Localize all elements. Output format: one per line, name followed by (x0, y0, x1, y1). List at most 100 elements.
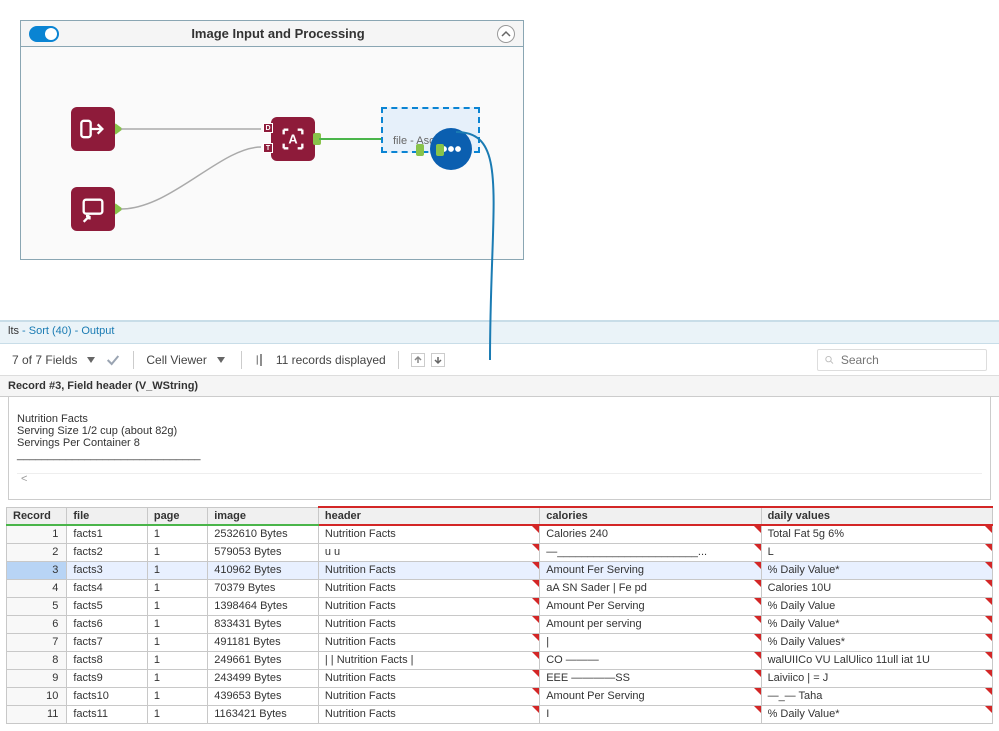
results-table[interactable]: Record file page image header calories d… (6, 506, 993, 724)
table-cell[interactable]: 2532610 Bytes (208, 525, 319, 543)
table-cell[interactable]: Total Fat 5g 6% (761, 525, 992, 543)
table-cell[interactable]: 4 (7, 579, 67, 597)
col-daily-values[interactable]: daily values (761, 507, 992, 525)
table-cell[interactable]: facts9 (67, 669, 147, 687)
output-anchor-icon[interactable] (313, 133, 321, 145)
table-cell[interactable]: Nutrition Facts (318, 669, 539, 687)
table-cell[interactable]: 1 (147, 543, 207, 561)
table-cell[interactable]: Nutrition Facts (318, 561, 539, 579)
table-cell[interactable]: Nutrition Facts (318, 525, 539, 543)
breadcrumb-sort-link[interactable]: Sort (40) (29, 325, 72, 337)
table-cell[interactable]: % Daily Value* (761, 705, 992, 723)
table-cell[interactable]: 10 (7, 687, 67, 705)
table-cell[interactable]: Amount Fer Serving (540, 561, 761, 579)
table-cell[interactable]: 833431 Bytes (208, 615, 319, 633)
table-cell[interactable]: Nutrition Facts (318, 615, 539, 633)
input-anchor-icon[interactable] (416, 144, 424, 156)
table-cell[interactable]: 1 (147, 705, 207, 723)
col-header[interactable]: header (318, 507, 539, 525)
cell-viewer-dropdown[interactable] (217, 357, 225, 363)
image-input-tool[interactable] (71, 107, 115, 151)
table-row[interactable]: 4facts4170379 BytesNutrition FactsaA SN … (7, 579, 993, 597)
table-cell[interactable]: 439653 Bytes (208, 687, 319, 705)
search-input[interactable] (839, 352, 980, 368)
table-cell[interactable]: 1 (147, 579, 207, 597)
output-anchor-icon[interactable] (115, 123, 123, 135)
table-cell[interactable]: 11 (7, 705, 67, 723)
table-row[interactable]: 9facts91243499 BytesNutrition FactsEEE —… (7, 669, 993, 687)
table-cell[interactable]: 2 (7, 543, 67, 561)
table-cell[interactable]: 1 (147, 687, 207, 705)
table-row[interactable]: 10facts101439653 BytesNutrition FactsAmo… (7, 687, 993, 705)
table-cell[interactable]: 1 (147, 651, 207, 669)
col-record[interactable]: Record (7, 507, 67, 525)
table-cell[interactable]: 1 (147, 615, 207, 633)
table-cell[interactable]: | (540, 633, 761, 651)
container-collapse-button[interactable] (497, 25, 515, 43)
table-cell[interactable]: facts10 (67, 687, 147, 705)
table-cell[interactable]: 7 (7, 633, 67, 651)
table-cell[interactable]: CO ——— (540, 651, 761, 669)
table-row[interactable]: 5facts511398464 BytesNutrition FactsAmou… (7, 597, 993, 615)
breadcrumb-output-link[interactable]: Output (81, 325, 114, 337)
table-cell[interactable]: 6 (7, 615, 67, 633)
table-cell[interactable]: facts1 (67, 525, 147, 543)
table-row[interactable]: 11facts1111163421 BytesNutrition FactsI%… (7, 705, 993, 723)
table-cell[interactable]: 410962 Bytes (208, 561, 319, 579)
table-cell[interactable]: 243499 Bytes (208, 669, 319, 687)
table-cell[interactable]: 1 (147, 669, 207, 687)
table-cell[interactable]: Amount Per Serving (540, 597, 761, 615)
table-cell[interactable]: facts4 (67, 579, 147, 597)
search-box[interactable] (817, 349, 987, 371)
table-cell[interactable]: Calories 10U (761, 579, 992, 597)
table-cell[interactable]: facts11 (67, 705, 147, 723)
col-calories[interactable]: calories (540, 507, 761, 525)
table-cell[interactable]: % Daily Values* (761, 633, 992, 651)
table-cell[interactable]: Nutrition Facts (318, 687, 539, 705)
table-cell[interactable]: 1 (147, 597, 207, 615)
table-row[interactable]: 1facts112532610 BytesNutrition FactsCalo… (7, 525, 993, 543)
workflow-canvas[interactable]: A D T file - A (21, 47, 523, 259)
fields-dropdown[interactable] (87, 357, 95, 363)
table-cell[interactable]: Laiviico | = J (761, 669, 992, 687)
output-anchor-icon[interactable] (115, 203, 123, 215)
table-cell[interactable]: | | Nutrition Facts | (318, 651, 539, 669)
table-cell[interactable]: 579053 Bytes (208, 543, 319, 561)
table-cell[interactable]: aA SN Sader | Fe pd (540, 579, 761, 597)
table-cell[interactable]: facts3 (67, 561, 147, 579)
col-page[interactable]: page (147, 507, 207, 525)
table-row[interactable]: 2facts21579053 Bytesu u—________________… (7, 543, 993, 561)
table-cell[interactable]: —_— Taha (761, 687, 992, 705)
table-cell[interactable]: 1 (147, 561, 207, 579)
output-anchor-icon[interactable] (436, 144, 444, 156)
table-cell[interactable]: Amount Per Serving (540, 687, 761, 705)
table-cell[interactable]: 5 (7, 597, 67, 615)
table-cell[interactable]: 1163421 Bytes (208, 705, 319, 723)
table-cell[interactable]: 70379 Bytes (208, 579, 319, 597)
table-cell[interactable]: 1398464 Bytes (208, 597, 319, 615)
metadata-icon[interactable] (254, 352, 270, 368)
table-cell[interactable]: % Daily Value* (761, 561, 992, 579)
image-template-tool[interactable] (71, 187, 115, 231)
table-cell[interactable]: walUIICo VU LalUlico 11ull iat 1U (761, 651, 992, 669)
table-row[interactable]: 3facts31410962 BytesNutrition FactsAmoun… (7, 561, 993, 579)
col-file[interactable]: file (67, 507, 147, 525)
table-cell[interactable]: Amount per serving (540, 615, 761, 633)
table-cell[interactable]: Nutrition Facts (318, 579, 539, 597)
table-row[interactable]: 7facts71491181 BytesNutrition Facts|% Da… (7, 633, 993, 651)
table-cell[interactable]: Nutrition Facts (318, 597, 539, 615)
table-cell[interactable]: I (540, 705, 761, 723)
table-cell[interactable]: EEE ————SS (540, 669, 761, 687)
table-cell[interactable]: facts6 (67, 615, 147, 633)
table-cell[interactable]: Nutrition Facts (318, 633, 539, 651)
next-record-button[interactable] (431, 353, 445, 367)
table-row[interactable]: 6facts61833431 BytesNutrition FactsAmoun… (7, 615, 993, 633)
table-row[interactable]: 8facts81249661 Bytes| | Nutrition Facts … (7, 651, 993, 669)
table-cell[interactable]: facts7 (67, 633, 147, 651)
image-to-text-tool[interactable]: A D T (271, 117, 315, 161)
table-cell[interactable]: % Daily Value (761, 597, 992, 615)
table-cell[interactable]: 1 (7, 525, 67, 543)
table-cell[interactable]: 491181 Bytes (208, 633, 319, 651)
table-cell[interactable]: Nutrition Facts (318, 705, 539, 723)
table-cell[interactable]: 249661 Bytes (208, 651, 319, 669)
